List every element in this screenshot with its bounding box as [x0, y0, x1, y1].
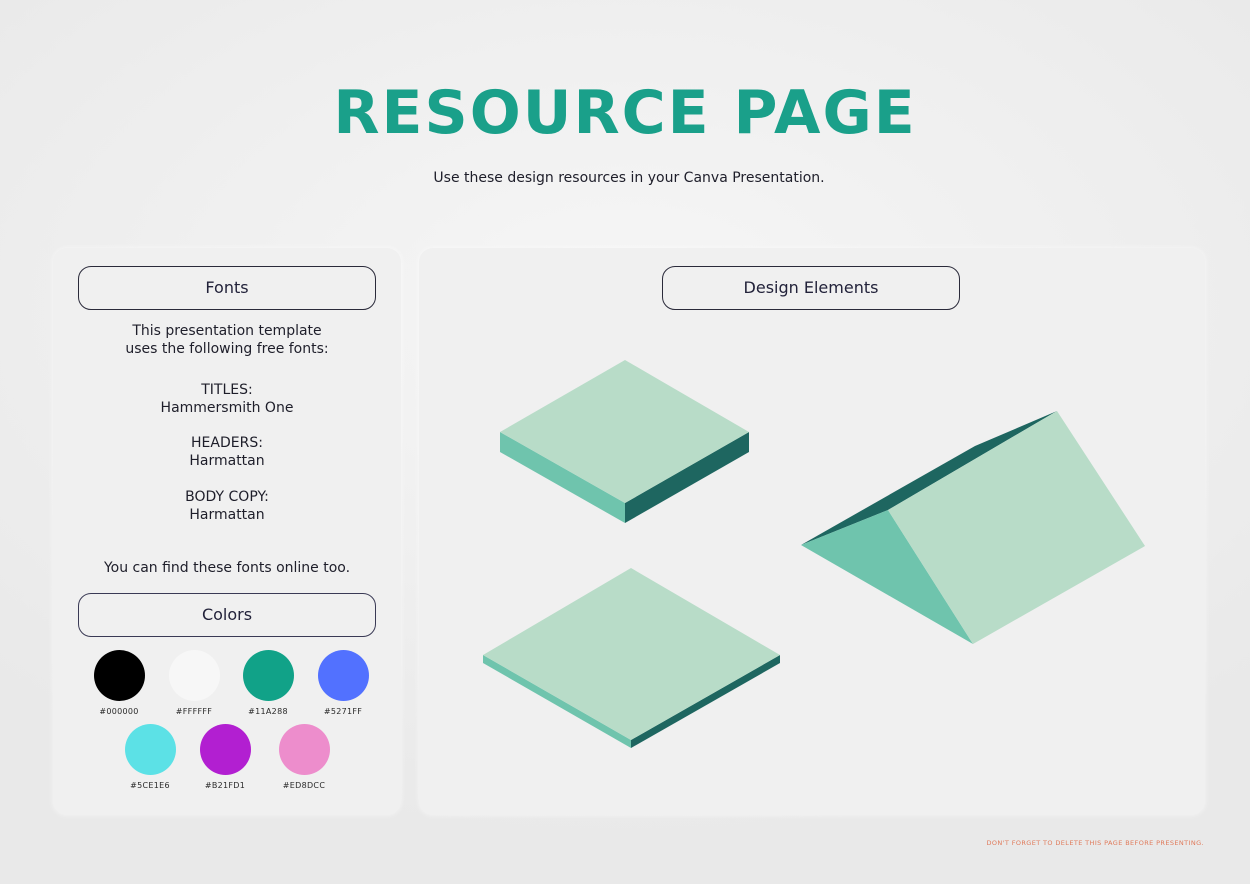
thin-square-tile — [483, 568, 780, 748]
delete-page-reminder: DON'T FORGET TO DELETE THIS PAGE BEFORE … — [986, 839, 1204, 847]
tile-top — [500, 360, 749, 503]
triangular-prism — [801, 411, 1145, 644]
design-elements-canvas — [483, 360, 1145, 748]
tile-top — [483, 568, 780, 740]
thick-square-tile — [500, 360, 749, 523]
